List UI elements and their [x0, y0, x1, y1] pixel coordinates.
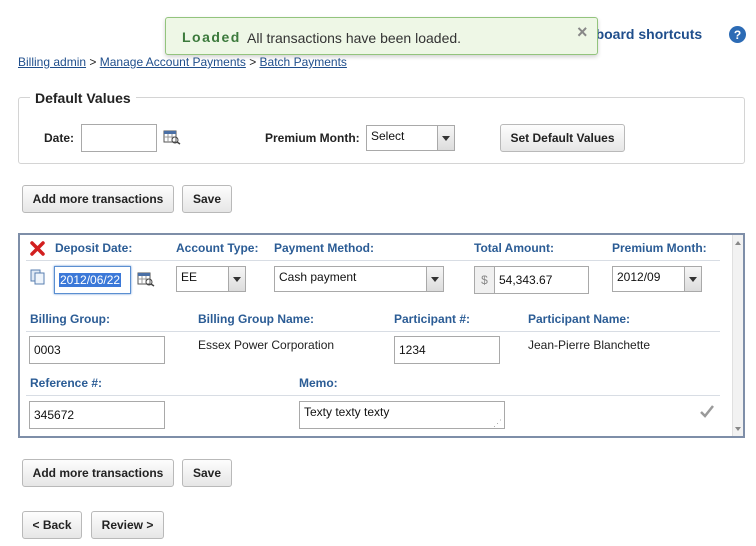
- set-default-values-button[interactable]: Set Default Values: [500, 124, 625, 152]
- close-icon[interactable]: ×: [577, 22, 588, 43]
- toast-title: Loaded: [182, 29, 241, 45]
- breadcrumb: Billing admin > Manage Account Payments …: [18, 55, 347, 69]
- chevron-down-icon: [228, 267, 245, 291]
- billing-group-input[interactable]: 0003: [29, 336, 165, 364]
- checkmark-icon: [699, 404, 715, 418]
- premium-month-select[interactable]: 2012/09: [612, 266, 702, 292]
- loaded-toast: Loaded All transactions have been loaded…: [165, 17, 598, 55]
- billing-group-header: Billing Group:: [30, 312, 110, 326]
- participant-number-input[interactable]: 1234: [394, 336, 500, 364]
- delete-icon[interactable]: [30, 241, 45, 256]
- currency-prefix: $: [474, 266, 494, 294]
- account-type-header: Account Type:: [176, 241, 259, 255]
- premium-month-label: Premium Month:: [265, 131, 360, 145]
- billing-group-name-value: Essex Power Corporation: [198, 338, 335, 352]
- participant-name-value: Jean-Pierre Blanchette: [528, 338, 651, 352]
- review-button[interactable]: Review >: [91, 511, 164, 539]
- payment-method-select[interactable]: Cash payment: [274, 266, 444, 292]
- scrollbar[interactable]: [732, 235, 743, 436]
- default-premium-month-select[interactable]: Select: [366, 125, 455, 151]
- resize-handle-icon[interactable]: ⋰: [493, 419, 502, 428]
- copy-icon[interactable]: [30, 269, 46, 285]
- save-button[interactable]: Save: [182, 459, 232, 487]
- keyboard-shortcuts-label: eyboard shortcuts: [580, 26, 703, 42]
- help-icon[interactable]: ?: [729, 26, 746, 43]
- select-value: Cash payment: [279, 270, 357, 284]
- chevron-down-icon: [426, 267, 443, 291]
- deposit-date-input[interactable]: 2012/06/22: [54, 266, 131, 294]
- deposit-date-value: 2012/06/22: [59, 273, 122, 287]
- date-label: Date:: [44, 131, 75, 145]
- breadcrumb-separator: >: [249, 55, 257, 69]
- breadcrumb-separator: >: [89, 55, 97, 69]
- row-separator: [26, 260, 720, 261]
- select-value: Select: [371, 129, 405, 143]
- row-separator: [26, 395, 720, 396]
- total-amount-header: Total Amount:: [474, 241, 554, 255]
- add-more-transactions-button[interactable]: Add more transactions: [22, 459, 174, 487]
- breadcrumb-batch-payments[interactable]: Batch Payments: [260, 55, 347, 69]
- select-value: EE: [181, 270, 198, 284]
- memo-value: Texty texty texty: [304, 405, 390, 419]
- add-more-transactions-button[interactable]: Add more transactions: [22, 185, 174, 213]
- calendar-icon[interactable]: [163, 129, 181, 145]
- memo-header: Memo:: [299, 376, 338, 390]
- calendar-icon[interactable]: [137, 271, 155, 287]
- participant-name-header: Participant Name:: [528, 312, 631, 326]
- reference-number-header: Reference #:: [30, 376, 103, 390]
- back-button[interactable]: < Back: [22, 511, 82, 539]
- breadcrumb-billing-admin[interactable]: Billing admin: [18, 55, 86, 69]
- breadcrumb-manage-account-payments[interactable]: Manage Account Payments: [100, 55, 246, 69]
- billing-group-name-header: Billing Group Name:: [198, 312, 315, 326]
- scroll-up-arrow[interactable]: [735, 241, 741, 245]
- select-value: 2012/09: [617, 270, 661, 284]
- premium-month-header: Premium Month:: [612, 241, 707, 255]
- participant-number-header: Participant #:: [394, 312, 471, 326]
- payment-method-header: Payment Method:: [274, 241, 375, 255]
- deposit-date-header: Deposit Date:: [55, 241, 133, 255]
- chevron-down-icon: [684, 267, 701, 291]
- row-separator: [26, 331, 720, 332]
- total-amount-input[interactable]: 54,343.67: [494, 266, 589, 294]
- default-date-input[interactable]: [81, 124, 157, 152]
- memo-textarea[interactable]: Texty texty texty ⋰: [299, 401, 505, 429]
- reference-number-input[interactable]: 345672: [29, 401, 165, 429]
- keyboard-shortcuts-link[interactable]: eyboard shortcuts: [580, 26, 702, 42]
- default-values-legend: Default Values: [30, 90, 136, 106]
- chevron-down-icon: [437, 126, 454, 150]
- toast-message: All transactions have been loaded.: [247, 30, 462, 46]
- save-button[interactable]: Save: [182, 185, 232, 213]
- scroll-down-arrow[interactable]: [735, 427, 741, 431]
- account-type-select[interactable]: EE: [176, 266, 246, 292]
